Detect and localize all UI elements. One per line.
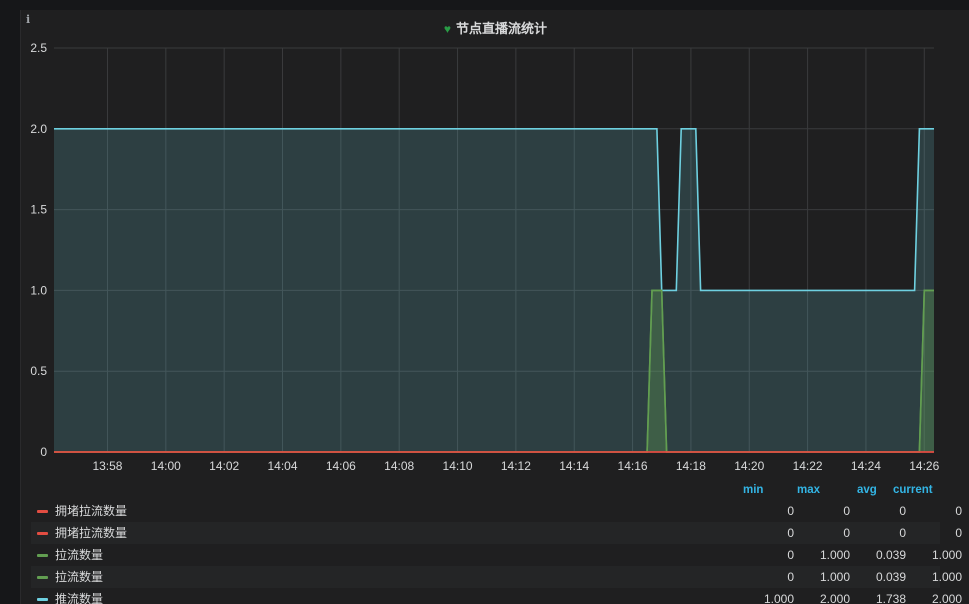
y-tick-label: 2.5 — [30, 41, 47, 55]
y-tick-label: 1.5 — [30, 203, 47, 217]
legend-value-current: 1.000 — [931, 548, 962, 562]
legend-value-current: 0 — [955, 526, 962, 540]
legend-swatch[interactable] — [37, 576, 48, 579]
chart-legend: min max avg current 拥堵拉流数量 0 0 0 0 拥堵拉流数量 0 0 0 0… — [31, 484, 962, 604]
legend-header-max[interactable]: max — [797, 484, 820, 496]
x-tick-label: 13:58 — [92, 459, 122, 473]
x-tick-label: 14:14 — [559, 459, 589, 473]
x-tick-label: 14:16 — [618, 459, 648, 473]
graph-panel: i ♥ 节点直播流统计 0 0.5 1.0 1.5 2.0 2.5 13:58 14:00 14:… — [20, 10, 969, 604]
x-tick-label: 14:02 — [209, 459, 239, 473]
x-tick-label: 14:22 — [793, 459, 823, 473]
legend-row[interactable]: 拥堵拉流数量 0 0 0 0 — [31, 522, 962, 544]
legend-series-name[interactable]: 推流数量 — [55, 588, 103, 604]
y-tick-label: 0 — [40, 445, 47, 459]
x-tick-label: 14:24 — [851, 459, 881, 473]
x-tick-label: 14:18 — [676, 459, 706, 473]
line-chart[interactable]: 0 0.5 1.0 1.5 2.0 2.5 13:58 14:00 14:02 14:04 14:0… — [21, 10, 969, 480]
x-tick-label: 14:12 — [501, 459, 531, 473]
x-tick-label: 14:26 — [909, 459, 939, 473]
legend-swatch[interactable] — [37, 510, 48, 513]
legend-value-current: 1.000 — [931, 570, 962, 584]
legend-value-current: 0 — [955, 504, 962, 518]
legend-series-name[interactable]: 拉流数量 — [55, 544, 103, 566]
legend-header-current[interactable]: current — [893, 484, 933, 496]
legend-row[interactable]: 拉流数量 0 1.000 0.039 1.000 — [31, 544, 962, 566]
x-tick-label: 14:06 — [326, 459, 356, 473]
legend-series-name[interactable]: 拉流数量 — [55, 566, 103, 588]
legend-header-avg[interactable]: avg — [857, 484, 877, 496]
y-tick-label: 0.5 — [30, 364, 47, 378]
legend-row[interactable]: 拥堵拉流数量 0 0 0 0 — [31, 500, 962, 522]
legend-series-name[interactable]: 拥堵拉流数量 — [55, 500, 127, 522]
legend-swatch[interactable] — [37, 598, 48, 601]
x-tick-label: 14:08 — [384, 459, 414, 473]
legend-swatch[interactable] — [37, 532, 48, 535]
x-tick-label: 14:10 — [443, 459, 473, 473]
legend-row[interactable]: 拉流数量 0 1.000 0.039 1.000 — [31, 566, 962, 588]
legend-value-current: 2.000 — [931, 592, 962, 604]
x-tick-label: 14:00 — [151, 459, 181, 473]
legend-series-name[interactable]: 拥堵拉流数量 — [55, 522, 127, 544]
x-tick-label: 14:04 — [267, 459, 297, 473]
y-tick-label: 2.0 — [30, 122, 47, 136]
legend-row[interactable]: 推流数量 1.000 2.000 1.738 2.000 — [31, 588, 962, 604]
y-tick-label: 1.0 — [30, 283, 47, 297]
legend-swatch[interactable] — [37, 554, 48, 557]
legend-header: min max avg current — [31, 484, 940, 500]
legend-header-min[interactable]: min — [743, 484, 763, 496]
x-tick-label: 14:20 — [734, 459, 764, 473]
